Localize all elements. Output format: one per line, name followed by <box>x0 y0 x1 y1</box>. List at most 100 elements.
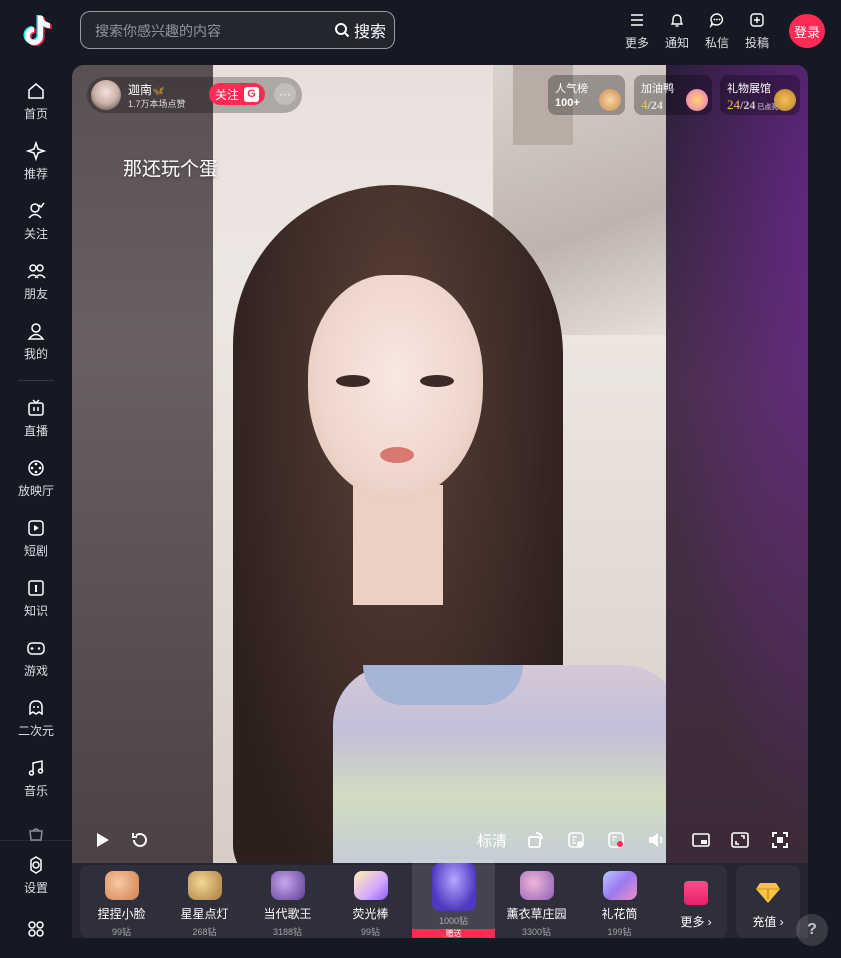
popularity-rank-widget[interactable]: 人气榜 100+ <box>548 75 625 115</box>
sidebar-item-label: 短剧 <box>23 543 48 558</box>
douyin-logo-icon[interactable] <box>18 12 54 48</box>
music-icon <box>28 759 44 776</box>
sidebar-item-music[interactable]: 音乐 <box>0 751 72 805</box>
recharge-button[interactable]: 充值 › <box>736 865 800 938</box>
gift-item[interactable]: 礼花筒 199钻 <box>578 865 661 938</box>
upload-icon <box>750 13 764 27</box>
streamer-right-eye <box>420 375 454 387</box>
volume-icon <box>649 833 663 847</box>
effects-toggle-button[interactable] <box>564 827 588 853</box>
sidebar-item-label: 游戏 <box>23 663 48 678</box>
refresh-icon <box>132 832 147 847</box>
gift-bar: 捏捏小脸 99钻 星星点灯 268钻 当代歌王 3188钻 荧光棒 99钻 10… <box>72 859 808 938</box>
live-stage[interactable]: 迦南🦋 1.7万本场点赞 关注 G ··· 人气榜 100+ 加油鸭 4/24 … <box>72 65 808 863</box>
play-button[interactable] <box>90 827 114 853</box>
message-label: 私信 <box>704 36 729 50</box>
sidebar-item-live[interactable]: 直播 <box>0 391 72 445</box>
danmaku-toggle-button[interactable] <box>604 827 628 853</box>
confetti-cannon-gift-icon <box>602 871 637 900</box>
gift-name: 捏捏小脸 <box>97 907 146 921</box>
sidebar-item-label: 设置 <box>23 880 48 895</box>
knowledge-icon <box>28 579 44 596</box>
sidebar-item-label: 关注 <box>23 226 48 241</box>
host-more-button[interactable]: ··· <box>274 83 296 105</box>
follow-button[interactable]: 关注 G <box>209 83 266 105</box>
sidebar-divider <box>18 380 54 381</box>
effects-icon <box>568 832 584 848</box>
sidebar-item-label: 我的 <box>23 346 48 361</box>
send-gift-button[interactable]: 赠送 <box>412 929 495 938</box>
fullscreen-icon <box>772 832 788 848</box>
sidebar-item-friends[interactable]: 朋友 <box>0 254 72 308</box>
gift-panel: 捏捏小脸 99钻 星星点灯 268钻 当代歌王 3188钻 荧光棒 99钻 10… <box>80 859 727 938</box>
sidebar-item-more[interactable] <box>0 904 72 958</box>
film-icon <box>28 459 44 476</box>
message-button[interactable]: 私信 <box>697 12 737 52</box>
host-info-bar: 迦南🦋 1.7万本场点赞 关注 G ··· <box>87 77 302 113</box>
host-avatar[interactable] <box>91 80 121 110</box>
search-input[interactable] <box>93 19 327 43</box>
more-menu-button[interactable]: 更多 <box>617 12 657 52</box>
gift-item-selected[interactable]: 1000钻 赠送 <box>412 859 495 938</box>
sidebar-item-anime[interactable]: 二次元 <box>0 691 72 745</box>
sidebar-item-label: 知识 <box>23 603 48 618</box>
chevron-right-icon: › <box>776 915 784 929</box>
login-button[interactable]: 登录 <box>789 14 825 48</box>
gift-item[interactable]: 当代歌王 3188钻 <box>246 865 329 938</box>
lavender-manor-gift-icon <box>519 871 554 900</box>
gift-item[interactable]: 星星点灯 268钻 <box>163 865 246 938</box>
sidebar-item-label: 首页 <box>23 106 48 121</box>
sidebar-item-short-drama[interactable]: 短剧 <box>0 511 72 565</box>
upload-button[interactable]: 投稿 <box>737 12 777 52</box>
background-blur-right <box>658 65 808 863</box>
volume-button[interactable] <box>644 827 668 853</box>
notification-button[interactable]: 通知 <box>657 12 697 52</box>
grid-icon <box>28 921 44 937</box>
sidebar-item-label: 放映厅 <box>17 483 54 498</box>
duck-icon <box>686 89 708 111</box>
sidebar-item-knowledge[interactable]: 知识 <box>0 571 72 625</box>
anime-icon <box>29 699 43 715</box>
gift-hall-widget[interactable]: 礼物展馆 24/24 已点亮 <box>720 75 800 115</box>
cheer-title: 加油鸭 <box>641 83 674 95</box>
more-gifts-button[interactable]: 更多 › <box>665 865 727 938</box>
sidebar-item-cinema[interactable]: 放映厅 <box>0 451 72 505</box>
gift-item[interactable]: 荧光棒 99钻 <box>329 865 412 938</box>
web-fullscreen-icon <box>731 832 749 848</box>
sidebar-item-label: 二次元 <box>17 723 54 738</box>
quality-button[interactable]: 标清 <box>474 827 510 853</box>
streamer-mouth <box>380 447 414 463</box>
danmaku-icon <box>608 832 624 848</box>
friends-icon <box>27 263 46 279</box>
help-button[interactable]: ? <box>796 914 828 946</box>
sidebar-item-games[interactable]: 游戏 <box>0 631 72 685</box>
sidebar-item-me[interactable]: 我的 <box>0 314 72 368</box>
gift-price: 3188钻 <box>272 927 303 937</box>
rotate-button[interactable] <box>524 827 548 853</box>
gift-name: 星星点灯 <box>180 907 229 921</box>
gift-price: 99钻 <box>360 927 380 937</box>
streamer-neck <box>353 485 443 605</box>
search-button[interactable]: 搜索 <box>334 18 386 42</box>
play-icon <box>97 833 109 847</box>
refresh-button[interactable] <box>128 827 152 853</box>
host-name[interactable]: 迦南🦋 <box>128 81 164 98</box>
menu-icon <box>631 14 643 26</box>
sidebar-item-follow[interactable]: 关注 <box>0 194 72 248</box>
cheer-duck-widget[interactable]: 加油鸭 4/24 <box>634 75 712 115</box>
sidebar-item-home[interactable]: 首页 <box>0 74 72 128</box>
notification-label: 通知 <box>664 36 689 50</box>
live-video[interactable] <box>213 65 666 863</box>
sidebar-item-settings[interactable]: 设置 <box>0 848 72 902</box>
sidebar-item-recommend[interactable]: 推荐 <box>0 134 72 188</box>
web-fullscreen-button[interactable] <box>728 827 752 853</box>
gift-item[interactable]: 薰衣草庄园 3300钻 <box>495 865 578 938</box>
follow-icon <box>28 202 45 219</box>
fullscreen-button[interactable] <box>768 827 792 853</box>
gift-item[interactable]: 捏捏小脸 99钻 <box>80 865 163 938</box>
gift-name: 荧光棒 <box>352 907 389 921</box>
home-icon <box>28 82 44 99</box>
gift-hall-progress: 24/24 已点亮 <box>727 97 779 112</box>
popularity-title: 人气榜 <box>555 83 588 95</box>
picture-in-picture-button[interactable] <box>689 827 713 853</box>
